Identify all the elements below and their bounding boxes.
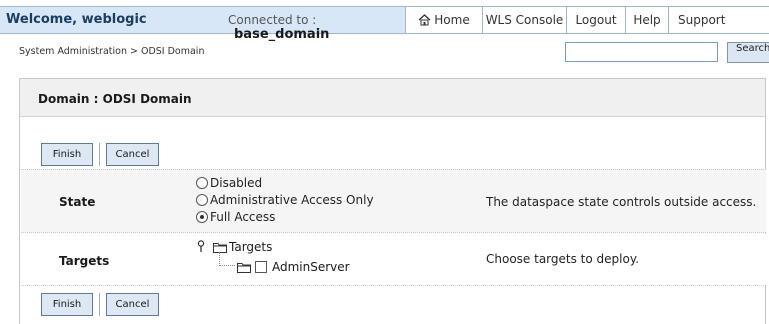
breadcrumb[interactable]: System Administration > ODSI Domain (19, 46, 204, 57)
domain-name: base_domain (234, 27, 330, 42)
state-option-full-access[interactable]: Full Access (196, 210, 275, 224)
search-input[interactable] (565, 42, 718, 62)
home-link[interactable]: Home (405, 7, 482, 33)
button-divider (99, 293, 100, 316)
nav-links: Home WLS Console Logout Help Support (405, 6, 769, 34)
tree-pin-icon[interactable] (197, 240, 205, 253)
search-button[interactable]: Search (727, 42, 769, 63)
adminserver-checkbox[interactable] (255, 261, 267, 273)
cancel-button-bottom[interactable]: Cancel (106, 293, 159, 316)
finish-button-bottom[interactable]: Finish (41, 293, 93, 316)
logout-link[interactable]: Logout (566, 7, 625, 33)
home-link-label: Home (434, 13, 470, 27)
tree-child-node[interactable]: AdminServer (237, 260, 350, 274)
radio-disabled-label: Disabled (210, 176, 263, 190)
radio-admin-only[interactable] (196, 194, 208, 206)
tree-root-label: Targets (229, 240, 273, 254)
state-option-admin-only[interactable]: Administrative Access Only (196, 193, 374, 207)
state-option-disabled[interactable]: Disabled (196, 176, 262, 190)
targets-row: Targets Targets AdminServer Choose targe… (21, 234, 766, 286)
finish-button[interactable]: Finish (41, 143, 93, 166)
support-link[interactable]: Support (668, 7, 769, 33)
top-button-row: Finish Cancel (41, 143, 159, 166)
connection-info: Connected to : base_domain (203, 6, 405, 42)
wls-console-link[interactable]: WLS Console (482, 7, 566, 33)
cancel-button[interactable]: Cancel (106, 143, 159, 166)
state-help-text: The dataspace state controls outside acc… (486, 195, 757, 209)
folder-icon (237, 262, 251, 273)
top-bar: Welcome, weblogic Connected to : base_do… (0, 0, 769, 42)
folder-icon (213, 242, 227, 253)
radio-admin-only-label: Administrative Access Only (210, 193, 374, 207)
help-link[interactable]: Help (625, 7, 668, 33)
targets-help-text: Choose targets to deploy. (486, 252, 640, 266)
state-label: State (59, 195, 96, 209)
domain-panel: Domain : ODSI Domain Finish Cancel State… (19, 78, 766, 324)
tree-child-label: AdminServer (272, 260, 350, 274)
radio-full-access-label: Full Access (210, 210, 276, 224)
button-divider (99, 143, 100, 166)
targets-label: Targets (59, 254, 110, 268)
radio-full-access[interactable] (196, 211, 208, 223)
radio-disabled[interactable] (196, 177, 208, 189)
connected-label: Connected to : (228, 13, 317, 27)
welcome-text: Welcome, weblogic (0, 6, 203, 34)
panel-title: Domain : ODSI Domain (20, 79, 765, 117)
home-icon (418, 14, 431, 26)
state-row: State Disabled Administrative Access Onl… (21, 169, 766, 233)
bottom-button-row: Finish Cancel (41, 293, 159, 316)
tree-connector (219, 252, 235, 266)
